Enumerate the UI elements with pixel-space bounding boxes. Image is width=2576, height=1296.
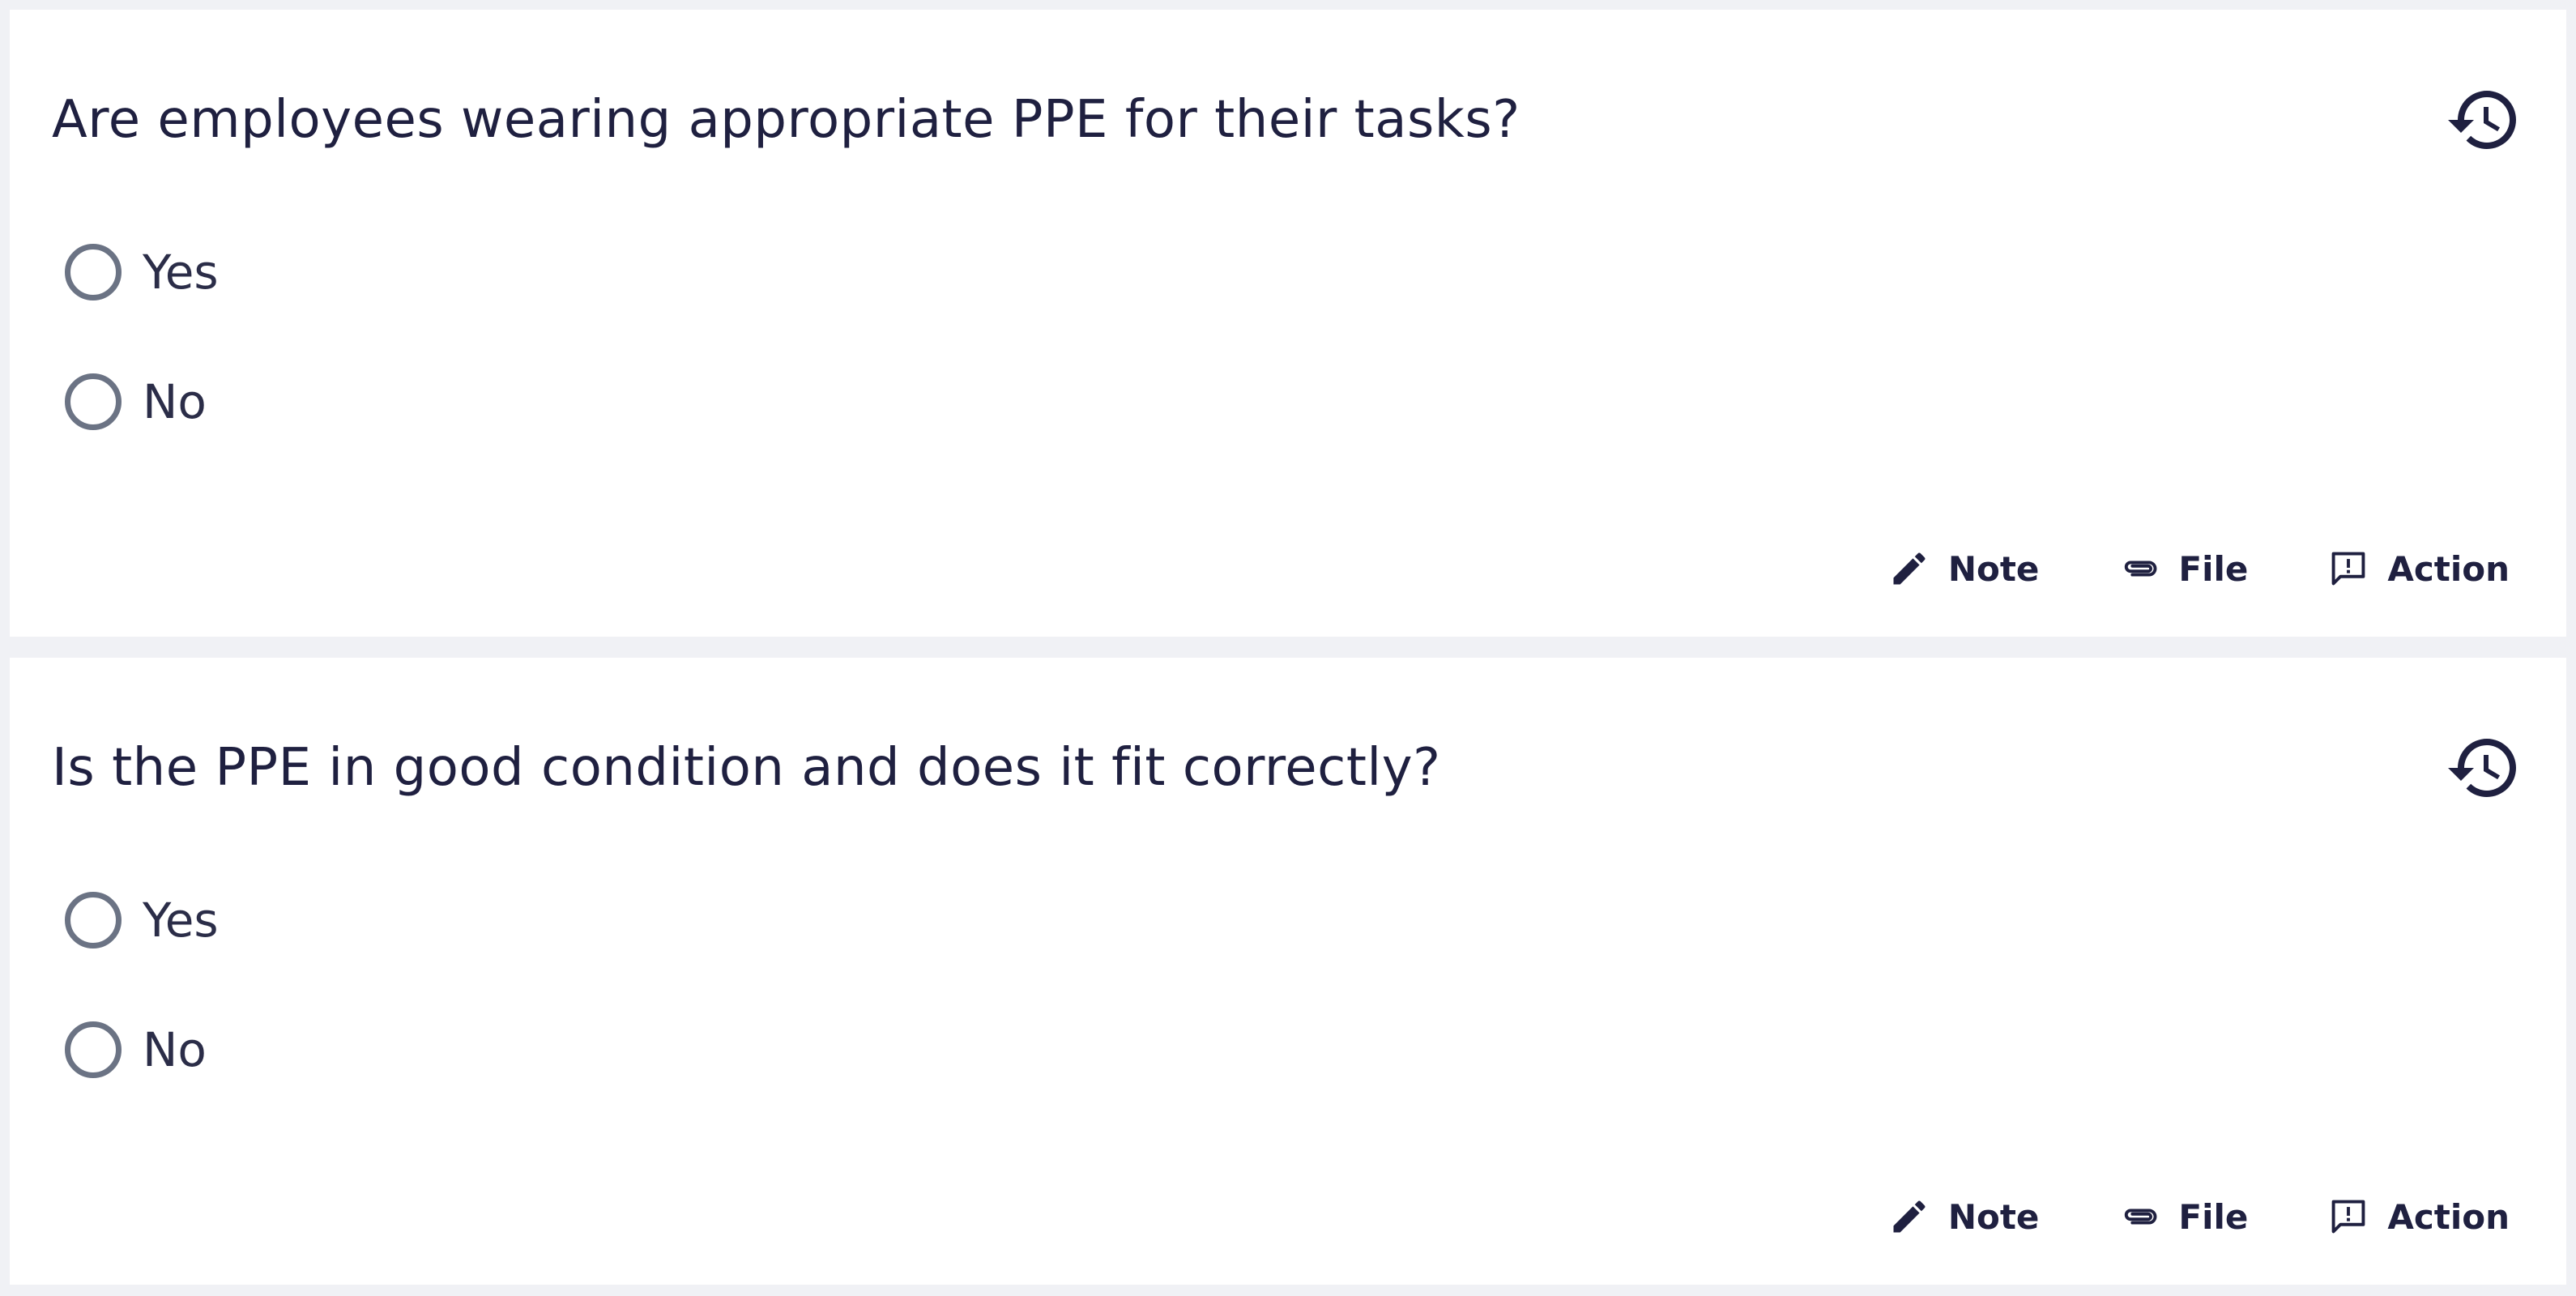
option-no[interactable]: No xyxy=(65,1013,207,1087)
paperclip-icon xyxy=(2125,561,2157,577)
alert-comment-icon xyxy=(2331,1200,2365,1234)
option-label: Yes xyxy=(143,893,219,948)
question-footer: Note File Action xyxy=(1888,536,2510,601)
note-label: Note xyxy=(1947,548,2040,589)
option-label: Yes xyxy=(143,245,219,300)
radio-button[interactable] xyxy=(65,1021,122,1078)
option-no[interactable]: No xyxy=(65,364,207,439)
question-card: Is the PPE in good condition and does it… xyxy=(10,658,2566,1285)
radio-button[interactable] xyxy=(65,892,122,949)
radio-button[interactable] xyxy=(65,373,122,430)
note-button[interactable]: Note xyxy=(1888,548,2040,590)
note-button[interactable]: Note xyxy=(1888,1196,2040,1238)
option-yes[interactable]: Yes xyxy=(65,235,219,309)
action-label: Action xyxy=(2387,548,2510,589)
action-button[interactable]: Action xyxy=(2327,548,2510,590)
radio-button[interactable] xyxy=(65,244,122,301)
option-label: No xyxy=(143,1022,207,1077)
question-title: Is the PPE in good condition and does it… xyxy=(52,738,1441,798)
action-label: Action xyxy=(2387,1196,2510,1237)
question-card: Are employees wearing appropriate PPE fo… xyxy=(10,10,2566,637)
alert-comment-icon xyxy=(2331,552,2365,586)
question-footer: Note File Action xyxy=(1888,1184,2510,1249)
file-label: File xyxy=(2178,548,2249,589)
pencil-icon xyxy=(1893,552,1926,585)
note-label: Note xyxy=(1947,1196,2040,1237)
history-button[interactable] xyxy=(2445,81,2523,159)
option-label: No xyxy=(143,374,207,429)
option-yes[interactable]: Yes xyxy=(65,883,219,957)
pencil-icon xyxy=(1893,1200,1926,1233)
file-label: File xyxy=(2178,1196,2249,1237)
history-icon xyxy=(2448,91,2516,150)
file-button[interactable]: File xyxy=(2118,548,2248,590)
file-button[interactable]: File xyxy=(2118,1196,2248,1238)
paperclip-icon xyxy=(2125,1209,2157,1225)
history-button[interactable] xyxy=(2445,729,2523,807)
history-icon xyxy=(2448,739,2516,797)
question-title: Are employees wearing appropriate PPE fo… xyxy=(52,90,1520,150)
action-button[interactable]: Action xyxy=(2327,1196,2510,1238)
